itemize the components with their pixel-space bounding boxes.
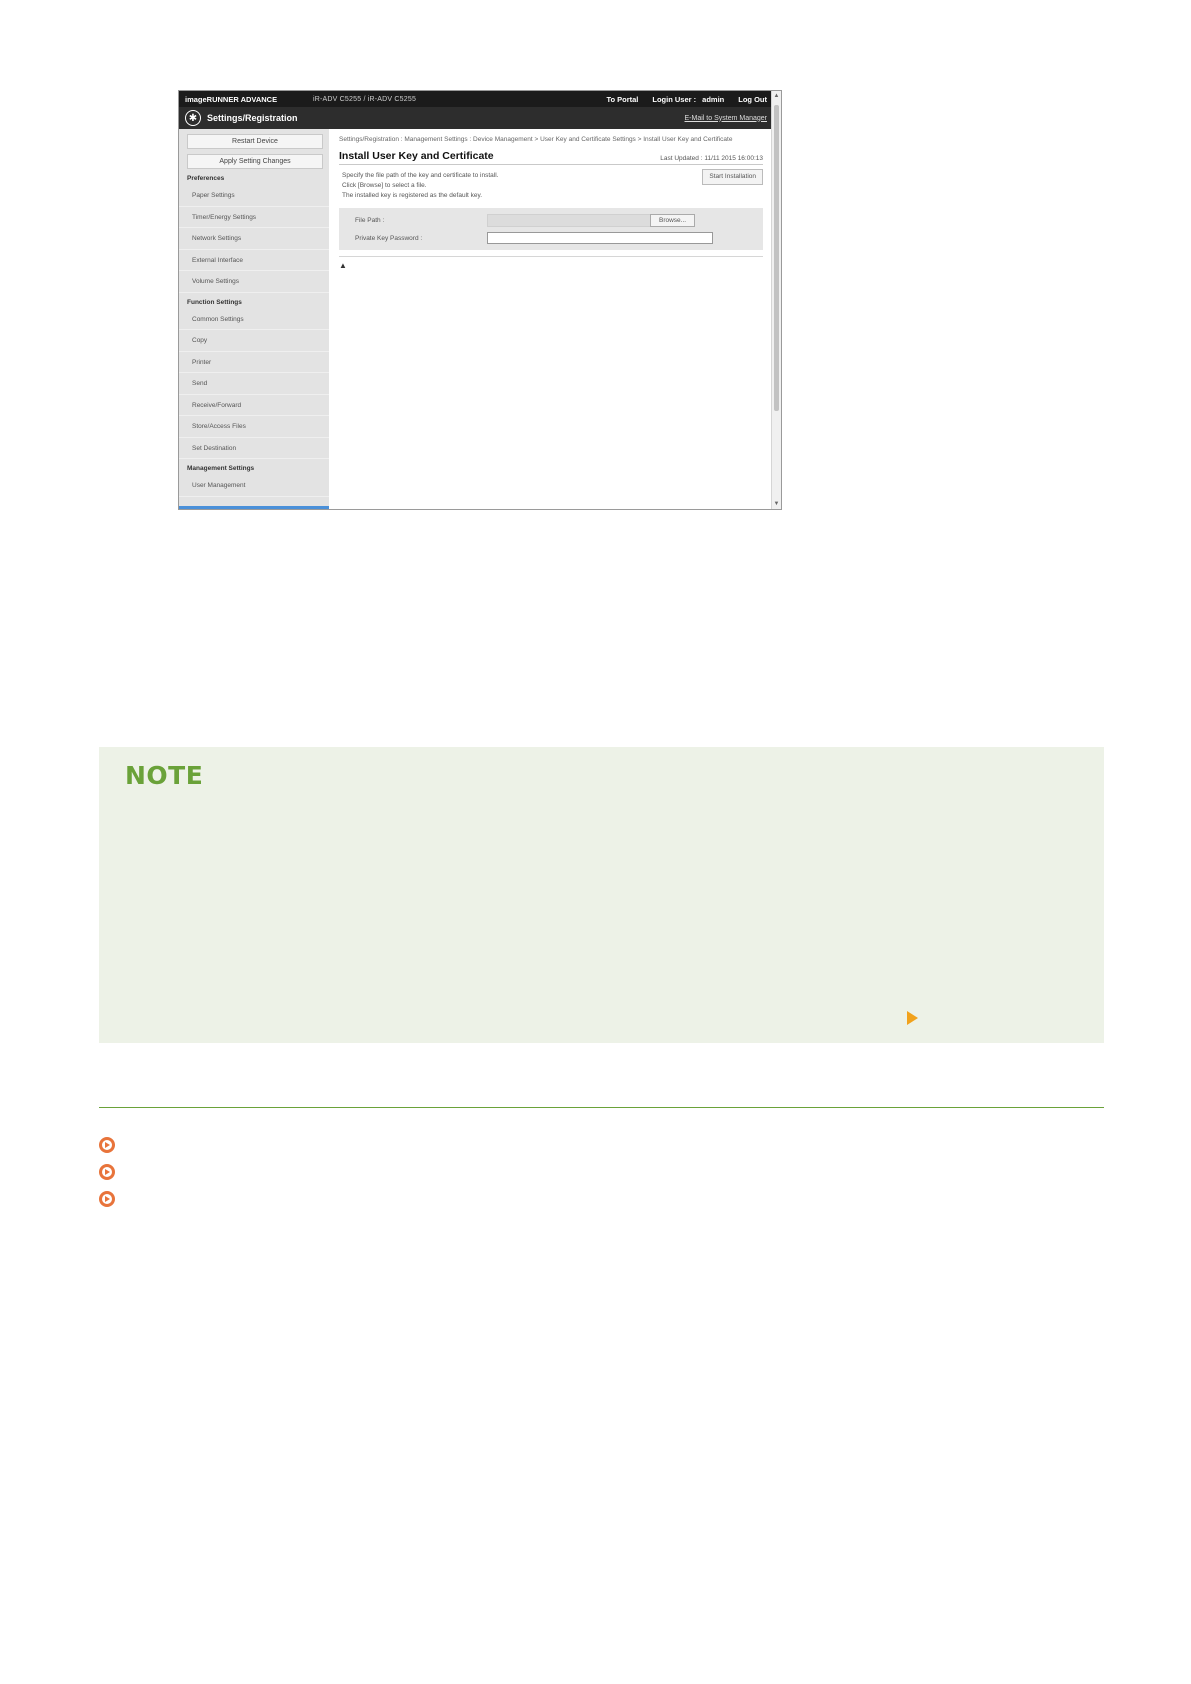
- browse-button[interactable]: Browse...: [650, 213, 696, 227]
- brand-label: imageRUNNER ADVANCE: [185, 94, 278, 104]
- section-divider: [99, 1107, 1104, 1108]
- sidebar-heading-preferences: Preferences: [187, 175, 225, 182]
- sidebar-item-volume-settings[interactable]: Volume Settings: [179, 271, 329, 293]
- main-content: Settings/Registration : Management Setti…: [339, 129, 763, 509]
- title-bar: ✱ Settings/Registration E-Mail to System…: [179, 107, 773, 129]
- note-box: NOTE: [99, 747, 1104, 1043]
- login-user-name: admin: [702, 94, 725, 104]
- breadcrumb: Settings/Registration : Management Setti…: [339, 136, 733, 143]
- start-installation-button[interactable]: Start Installation: [702, 169, 763, 185]
- scrollbar-thumb[interactable]: [774, 105, 779, 411]
- sidebar-heading-management-settings: Management Settings: [187, 465, 255, 472]
- instruction-line: The installed key is registered as the d…: [342, 192, 483, 199]
- link-circle-arrow-icon[interactable]: [99, 1164, 115, 1180]
- last-updated: Last Updated : 11/11 2015 16:00:13: [660, 155, 763, 162]
- password-row: Private Key Password :: [339, 229, 763, 247]
- install-form: File Path : Browse... Private Key Passwo…: [339, 208, 763, 250]
- file-path-label: File Path :: [355, 216, 385, 224]
- to-portal-link[interactable]: To Portal: [606, 95, 638, 104]
- restart-device-button[interactable]: Restart Device: [187, 134, 323, 149]
- instructions: Specify the file path of the key and cer…: [339, 169, 763, 201]
- back-to-top-icon[interactable]: ▲: [339, 261, 763, 270]
- logout-link[interactable]: Log Out: [738, 95, 767, 104]
- sidebar-item-external-interface[interactable]: External Interface: [179, 250, 329, 271]
- scroll-up-icon[interactable]: ▲: [772, 93, 781, 99]
- private-key-password-input[interactable]: [487, 232, 713, 244]
- page-title: Settings/Registration: [207, 113, 298, 123]
- instruction-line: Click [Browse] to select a file.: [342, 182, 427, 189]
- settings-gear-icon: ✱: [185, 110, 201, 126]
- instruction-line: Specify the file path of the key and cer…: [342, 172, 499, 179]
- sidebar-item-user-management[interactable]: User Management: [179, 475, 329, 497]
- private-key-password-label: Private Key Password :: [355, 234, 423, 242]
- scroll-down-icon[interactable]: ▼: [772, 501, 781, 507]
- sidebar-item-copy[interactable]: Copy: [179, 330, 329, 352]
- sidebar-item-network-settings[interactable]: Network Settings: [179, 228, 329, 250]
- file-path-input[interactable]: [487, 213, 651, 227]
- login-user-label: Login User :: [652, 94, 697, 104]
- sidebar-heading-function-settings: Function Settings: [187, 298, 242, 306]
- device-name: iR-ADV C5255 / iR-ADV C5255: [313, 95, 417, 103]
- apply-setting-changes-button[interactable]: Apply Setting Changes: [187, 154, 323, 169]
- sidebar-item-paper-settings[interactable]: Paper Settings: [179, 185, 329, 207]
- sidebar-item-store-access-files[interactable]: Store/Access Files: [179, 416, 329, 438]
- content-title: Install User Key and Certificate: [339, 150, 494, 162]
- note-title: NOTE: [125, 761, 204, 790]
- sidebar-item-common-settings[interactable]: Common Settings: [179, 309, 329, 330]
- browser-screenshot: imageRUNNER ADVANCE iR-ADV C5255 / iR-AD…: [178, 90, 782, 510]
- window-bottom-border: [179, 506, 329, 509]
- sidebar-item-send[interactable]: Send: [179, 373, 329, 395]
- vertical-scrollbar[interactable]: ▲ ▼: [771, 91, 781, 509]
- email-system-manager-link[interactable]: E-Mail to System Manager: [685, 115, 767, 122]
- file-path-row: File Path : Browse...: [339, 211, 763, 229]
- sidebar-item-set-destination[interactable]: Set Destination: [179, 438, 329, 459]
- sidebar-item-printer[interactable]: Printer: [179, 352, 329, 373]
- link-circle-arrow-icon[interactable]: [99, 1191, 115, 1207]
- content-header: Install User Key and Certificate Last Up…: [339, 150, 763, 165]
- sidebar-item-receive-forward[interactable]: Receive/Forward: [179, 395, 329, 416]
- link-circle-arrow-icon[interactable]: [99, 1137, 115, 1153]
- top-bar: imageRUNNER ADVANCE iR-ADV C5255 / iR-AD…: [179, 91, 773, 107]
- arrow-right-icon[interactable]: [907, 1011, 918, 1025]
- sidebar-item-timer-energy-settings[interactable]: Timer/Energy Settings: [179, 207, 329, 228]
- divider: [339, 256, 763, 257]
- sidebar: Restart Device Apply Setting Changes Pre…: [179, 129, 329, 509]
